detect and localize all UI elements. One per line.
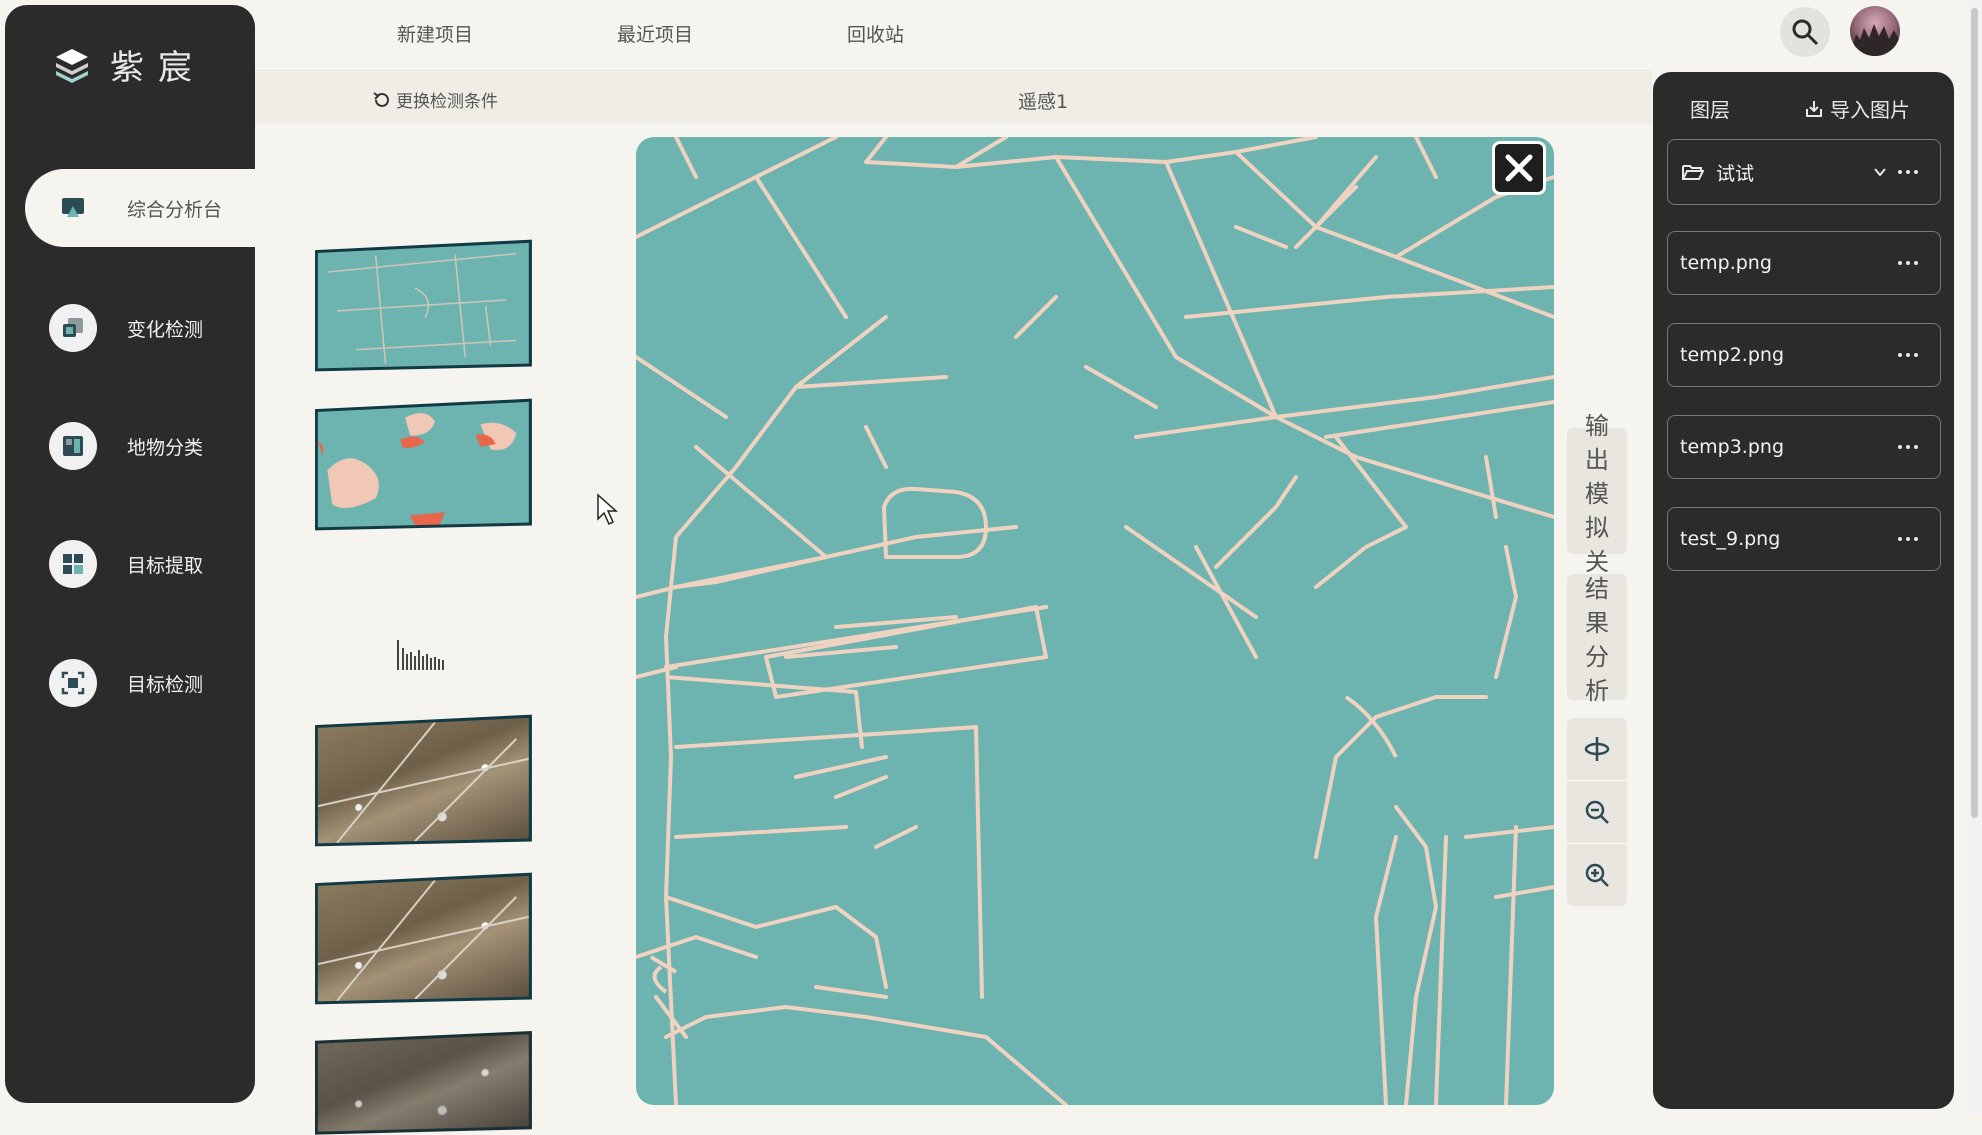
import-icon — [1806, 100, 1822, 117]
sidebar-item-extraction[interactable]: 目标提取 — [25, 525, 255, 603]
more-options-icon[interactable] — [1898, 261, 1918, 265]
pan-icon — [1584, 737, 1610, 761]
change-detect-icon — [49, 304, 97, 352]
layer-file[interactable]: temp2.png — [1667, 323, 1941, 387]
thumbnail-classification-map[interactable] — [315, 398, 532, 531]
zoom-in-button[interactable] — [1567, 844, 1627, 906]
search-button[interactable] — [1780, 7, 1830, 57]
sidebar-item-label: 变化检测 — [127, 318, 204, 341]
scrollbar-thumb[interactable] — [1971, 8, 1978, 818]
import-image-label: 导入图片 — [1830, 98, 1910, 122]
avatar[interactable] — [1850, 6, 1900, 56]
layer-folder[interactable]: 试试 — [1667, 139, 1941, 205]
zoom-in-icon — [1585, 863, 1609, 887]
sidebar-item-change-detection[interactable]: 变化检测 — [25, 289, 255, 367]
brand[interactable]: 紫宸 — [52, 40, 206, 89]
more-options-icon[interactable] — [1898, 445, 1918, 449]
change-condition-button[interactable]: 更换检测条件 — [372, 87, 498, 112]
sidebar-item-analysis[interactable]: 综合分析台 — [25, 169, 255, 247]
layer-file[interactable]: test_9.png — [1667, 507, 1941, 571]
pan-button[interactable] — [1567, 718, 1627, 781]
mini-chart — [397, 636, 457, 674]
more-options-icon[interactable] — [1898, 537, 1918, 541]
close-button[interactable] — [1492, 141, 1546, 195]
thumbnail-road-map[interactable] — [315, 239, 532, 372]
sidebar-item-label: 目标提取 — [127, 554, 204, 577]
menu-new-project[interactable]: 新建项目 — [397, 20, 473, 47]
refresh-icon — [373, 91, 389, 107]
sidebar-item-label: 综合分析台 — [127, 198, 223, 221]
map-canvas[interactable] — [636, 137, 1554, 1105]
sidebar-item-classification[interactable]: 地物分类 — [25, 407, 255, 485]
menu-recycle-bin[interactable]: 回收站 — [847, 20, 904, 47]
search-icon — [1792, 19, 1819, 46]
close-icon — [1505, 154, 1533, 182]
sidebar-item-detection[interactable]: 目标检测 — [25, 644, 255, 722]
folder-name: 试试 — [1716, 162, 1755, 185]
classify-icon — [49, 422, 97, 470]
folder-open-icon — [1682, 165, 1704, 180]
detect-frame-icon — [49, 659, 97, 707]
result-analysis-button[interactable]: 结果分析 — [1567, 574, 1627, 705]
more-options-icon[interactable] — [1898, 353, 1918, 357]
thumbnail-satellite-3[interactable] — [315, 1030, 532, 1135]
divider — [255, 70, 1652, 71]
document-title: 遥感1 — [1018, 91, 1069, 113]
sidebar-item-label: 地物分类 — [127, 436, 204, 459]
export-simulation-button[interactable]: 输出模拟关 — [1567, 412, 1627, 576]
layer-file-name: temp.png — [1680, 252, 1772, 274]
monitor-icon — [49, 184, 97, 232]
layer-file-name: temp3.png — [1680, 436, 1784, 458]
chevron-down-icon[interactable] — [1872, 164, 1888, 180]
layer-file[interactable]: temp.png — [1667, 231, 1941, 295]
thumbnail-satellite-2[interactable] — [315, 872, 532, 1005]
result-analysis-label: 结果分析 — [1585, 575, 1609, 705]
extract-grid-icon — [49, 540, 97, 588]
zoom-out-icon — [1585, 800, 1609, 824]
thumbnail-satellite-1[interactable] — [315, 714, 532, 847]
mouse-cursor-icon — [597, 493, 618, 526]
layer-file-name: test_9.png — [1680, 528, 1781, 550]
export-simulation-label: 输出模拟关 — [1585, 412, 1609, 576]
menu-recent-projects[interactable]: 最近项目 — [617, 20, 693, 47]
logo-icon — [56, 48, 88, 83]
sidebar-item-label: 目标检测 — [127, 673, 204, 696]
layer-file[interactable]: temp3.png — [1667, 415, 1941, 479]
zoom-out-button[interactable] — [1567, 781, 1627, 844]
brand-name: 紫宸 — [110, 48, 206, 88]
import-image-button[interactable]: 导入图片 — [1804, 94, 1910, 123]
layer-file-name: temp2.png — [1680, 344, 1784, 366]
layer-panel — [1653, 72, 1954, 1109]
more-options-icon[interactable] — [1898, 170, 1918, 174]
layer-panel-title: 图层 — [1690, 98, 1730, 122]
change-condition-label: 更换检测条件 — [396, 92, 498, 112]
